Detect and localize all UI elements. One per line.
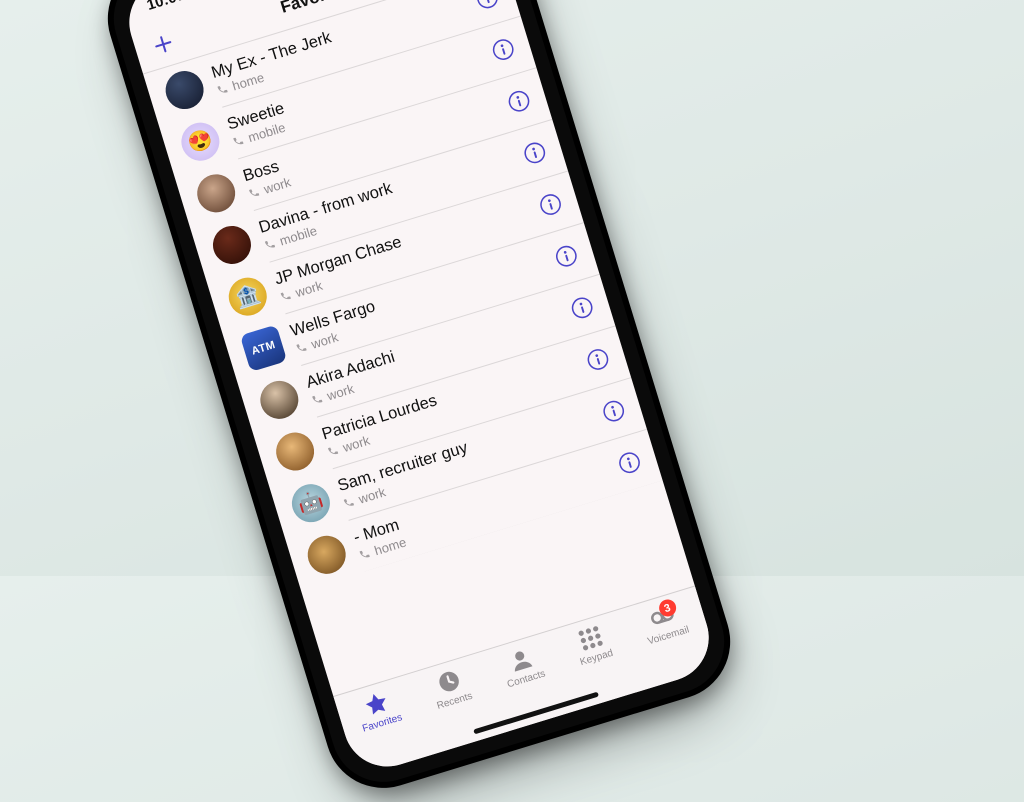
info-button[interactable] (613, 446, 645, 478)
tab-voicemail[interactable]: 3 Voicemail (638, 598, 690, 648)
info-button[interactable] (518, 136, 550, 168)
contact-avatar: 😍 (177, 118, 224, 165)
info-icon (551, 241, 580, 270)
phone-handset-icon (311, 393, 325, 407)
phone-screen: 10:07 Favorites My Ex - The Jerkhome😍Swe… (118, 0, 719, 777)
phone-handset-icon (232, 134, 246, 148)
info-button[interactable] (565, 291, 597, 323)
info-icon (583, 345, 612, 374)
info-icon (520, 138, 549, 167)
info-button[interactable] (534, 188, 566, 220)
tab-favorites[interactable]: Favorites (353, 685, 404, 734)
contact-avatar (303, 531, 350, 578)
info-button[interactable] (486, 33, 518, 65)
status-time: 10:07 (145, 0, 187, 13)
info-icon (567, 293, 596, 322)
contact-avatar: ATM (240, 325, 287, 372)
phone-handset-icon (358, 548, 372, 562)
info-icon (536, 190, 565, 219)
info-icon (472, 0, 501, 12)
info-icon (488, 35, 517, 64)
info-button[interactable] (597, 395, 629, 427)
add-favorite-button[interactable] (146, 27, 181, 62)
tab-recents[interactable]: Recents (427, 664, 473, 712)
contact-avatar: 🤖 (287, 479, 334, 526)
info-button[interactable] (471, 0, 503, 14)
phone-handset-icon (326, 444, 340, 458)
info-icon (504, 87, 533, 116)
tab-keypad[interactable]: Keypad (571, 621, 615, 668)
contact-avatar (208, 221, 255, 268)
contact-avatar (161, 66, 208, 113)
tab-bar: Favorites Recents Contacts (333, 586, 719, 778)
phone-handset-icon (247, 186, 261, 200)
favorites-list[interactable]: My Ex - The Jerkhome😍SweetiemobileBosswo… (143, 0, 662, 591)
phone-handset-icon (279, 289, 293, 303)
phone-handset-icon (263, 238, 277, 252)
phone-bezel: 10:07 Favorites My Ex - The Jerkhome😍Swe… (101, 0, 737, 795)
info-icon (615, 448, 644, 477)
tab-contacts[interactable]: Contacts (498, 642, 547, 691)
phone-handset-icon (295, 341, 309, 355)
info-button[interactable] (502, 85, 534, 117)
contact-avatar (271, 428, 318, 475)
phone-handset-icon (342, 496, 356, 510)
contact-avatar (256, 376, 303, 423)
contact-avatar (192, 170, 239, 217)
info-button[interactable] (550, 240, 582, 272)
info-icon (599, 396, 628, 425)
info-button[interactable] (581, 343, 613, 375)
contact-avatar: 🏦 (224, 273, 271, 320)
phone-handset-icon (216, 83, 230, 97)
home-indicator[interactable] (473, 692, 599, 735)
plus-icon (150, 31, 177, 58)
phone-frame: 10:07 Favorites My Ex - The Jerkhome😍Swe… (93, 0, 744, 802)
